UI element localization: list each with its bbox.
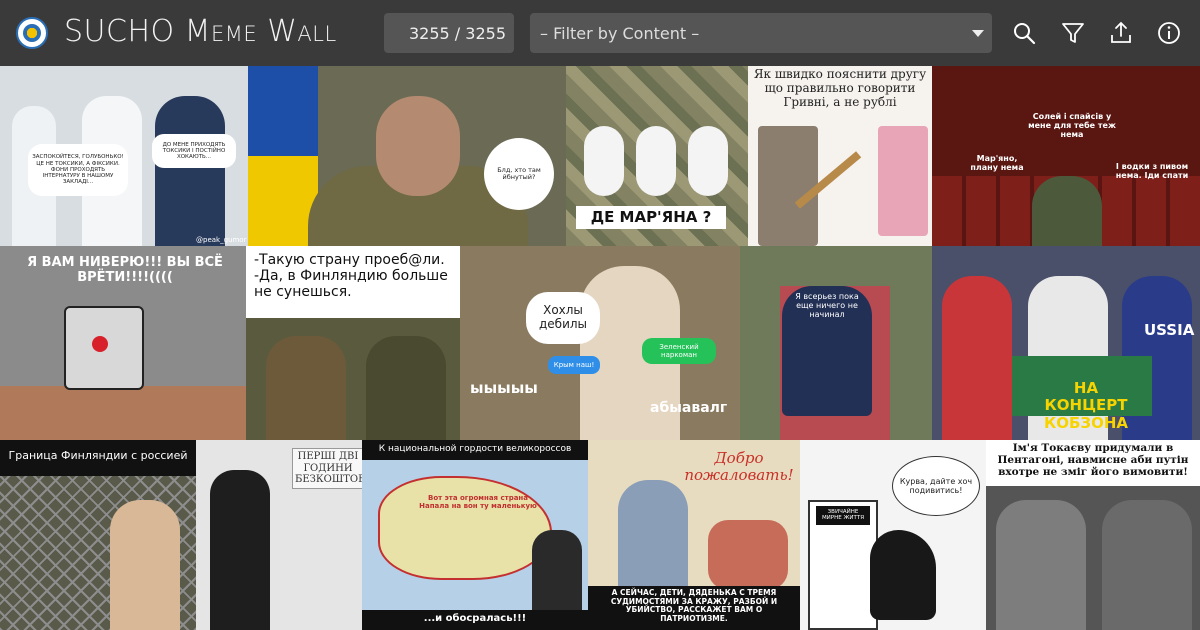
meme-figure	[878, 126, 928, 236]
meme-caption: ...и обосралась!!!	[362, 610, 588, 630]
meme-caption: абыавалг	[650, 400, 728, 416]
meme-tile[interactable]: Блд, хто там йбнутый?	[248, 66, 566, 246]
meme-caption: ДЕ МАР'ЯНА ?	[576, 206, 726, 230]
upload-icon[interactable]	[1108, 20, 1134, 46]
logo-emblem	[23, 24, 41, 42]
meme-figure	[1032, 176, 1102, 246]
meme-nose	[92, 336, 108, 352]
content-filter-select[interactable]: – Filter by Content –	[530, 13, 992, 53]
meme-caption: Солей і спайсів у мене для тебе теж нема	[1028, 112, 1116, 140]
info-icon[interactable]	[1156, 20, 1182, 46]
meme-door-sign: ЗВИЧАЙНЕ МИРНЕ ЖИТТЯ	[816, 506, 870, 525]
meme-tile[interactable]: Хохлы дебилы Крым наш! Зеленский наркома…	[460, 246, 740, 440]
meme-face	[376, 96, 460, 196]
meme-caption: Я ВАМ НИВЕРЮ!!! ВЫ ВСЁ ВРЁТИ!!!!((((	[27, 255, 223, 285]
top-bar: SUCHO Meme Wall 3255 / 3255 – Filter by …	[0, 0, 1200, 67]
app-title: SUCHO Meme Wall	[64, 14, 337, 49]
meme-caption: І водки з пивом нема. Іди спати	[1115, 162, 1189, 181]
meme-tile[interactable]: Ім'я Токаєву придумали в Пентагоні, навм…	[986, 440, 1200, 630]
meme-caption: НА КОНЦЕРТ КОБЗОНА	[1043, 379, 1129, 432]
meme-figure	[636, 126, 676, 196]
meme-caption: ыыыыы	[470, 379, 538, 397]
meme-tile[interactable]: ПЕРШІ ДВІ ГОДИНИ БЕЗКОШТОВНО	[196, 440, 362, 630]
meme-caption: Граница Финляндии с россией	[0, 440, 196, 476]
meme-tile[interactable]: Солей і спайсів у мене для тебе теж нема…	[932, 66, 1200, 246]
meme-caption: USSIA	[1144, 321, 1195, 339]
meme-tile[interactable]: ДЕ МАР'ЯНА ?	[566, 66, 748, 246]
meme-figure	[942, 276, 1012, 440]
meme-caption: Ім'я Токаєву придумали в Пентагоні, навм…	[986, 440, 1200, 486]
meme-tile[interactable]: Як швидко пояснити другу що правильно го…	[748, 66, 932, 246]
search-icon[interactable]	[1011, 20, 1037, 46]
meme-figure	[366, 336, 446, 440]
meme-sign: ПЕРШІ ДВІ ГОДИНИ БЕЗКОШТОВНО	[292, 448, 362, 489]
meme-caption: Я всерьез пока еще ничего не начинал	[795, 292, 859, 320]
meme-character	[870, 530, 936, 620]
meme-figure	[266, 336, 346, 440]
meme-tile[interactable]: Добро пожаловать! А СЕЙЧАС, ДЕТИ, ДЯДЕНЬ…	[588, 440, 800, 630]
meme-map-note: Вот эта огромная страна Напала на вон ту…	[419, 494, 537, 511]
meme-figure	[1102, 500, 1192, 630]
meme-figure	[708, 520, 788, 590]
meme-caption: Як швидко пояснити другу що правильно го…	[753, 67, 927, 109]
speech-bubble: Хохлы дебилы	[526, 292, 600, 344]
meme-figure	[210, 470, 270, 630]
meme-caption: Мар'яно, плану нема	[970, 154, 1024, 173]
meme-tile[interactable]: Я всерьез пока еще ничего не начинал	[740, 246, 932, 440]
meme-caption: -Такую страну проеб@ли. -Да, в Финляндию…	[246, 246, 460, 318]
meme-tile[interactable]: К национальной гордости великороссов Вот…	[362, 440, 588, 630]
speech-bubble: ДО МЕНЕ ПРИХОДЯТЬ ТОКСИКИ І ПОСТІЙНО ХОК…	[152, 134, 236, 168]
meme-tile[interactable]: Я ВАМ НИВЕРЮ!!! ВЫ ВСЁ ВРЁТИ!!!!((((	[0, 246, 246, 440]
meme-map	[378, 476, 552, 580]
sucho-logo[interactable]	[16, 17, 48, 49]
meme-tile[interactable]: Граница Финляндии с россией	[0, 440, 196, 630]
meme-figure	[688, 126, 728, 196]
meme-tile[interactable]: -Такую страну проеб@ли. -Да, в Финляндию…	[246, 246, 460, 440]
meme-handle: @peak_gumor	[196, 236, 247, 244]
meme-tile[interactable]: ЗАСПОКОЙТЕСЯ, ГОЛУБОНЬКО! ЦЕ НЕ ТОКСИКИ,…	[0, 66, 248, 246]
meme-counter: 3255 / 3255	[384, 13, 514, 53]
filter-select-label: – Filter by Content –	[540, 23, 700, 43]
meme-poster-title: Добро пожаловать!	[684, 449, 794, 485]
meme-caption: А СЕЙЧАС, ДЕТИ, ДЯДЕНЬКА С ТРЕМЯ СУДИМОС…	[588, 586, 800, 630]
meme-ground	[0, 386, 246, 440]
meme-figure	[155, 96, 225, 246]
meme-figure	[532, 530, 582, 610]
meme-figure	[996, 500, 1086, 630]
meme-figure	[584, 126, 624, 196]
chat-bubble-green: Зеленский наркоман	[642, 338, 716, 364]
chevron-down-icon	[972, 30, 984, 37]
chat-bubble-blue: Крым наш!	[548, 356, 600, 374]
meme-figure	[758, 126, 818, 246]
meme-tile[interactable]: Курва, дайте хоч подивитись! ЗВИЧАЙНЕ МИ…	[800, 440, 986, 630]
meme-figure	[110, 500, 180, 630]
meme-caption: К национальной гордости великороссов	[362, 440, 588, 460]
speech-bubble: Блд, хто там йбнутый?	[484, 138, 554, 210]
speech-bubble: ЗАСПОКОЙТЕСЯ, ГОЛУБОНЬКО! ЦЕ НЕ ТОКСИКИ,…	[28, 144, 128, 196]
meme-wall: ЗАСПОКОЙТЕСЯ, ГОЛУБОНЬКО! ЦЕ НЕ ТОКСИКИ,…	[0, 66, 1200, 630]
meme-flag-blue	[248, 66, 318, 156]
speech-bubble: Курва, дайте хоч подивитись!	[892, 456, 980, 516]
meme-figure	[618, 480, 688, 590]
filter-icon[interactable]	[1060, 20, 1086, 46]
meme-tile[interactable]: USSIA НА КОНЦЕРТ КОБЗОНА	[932, 246, 1200, 440]
